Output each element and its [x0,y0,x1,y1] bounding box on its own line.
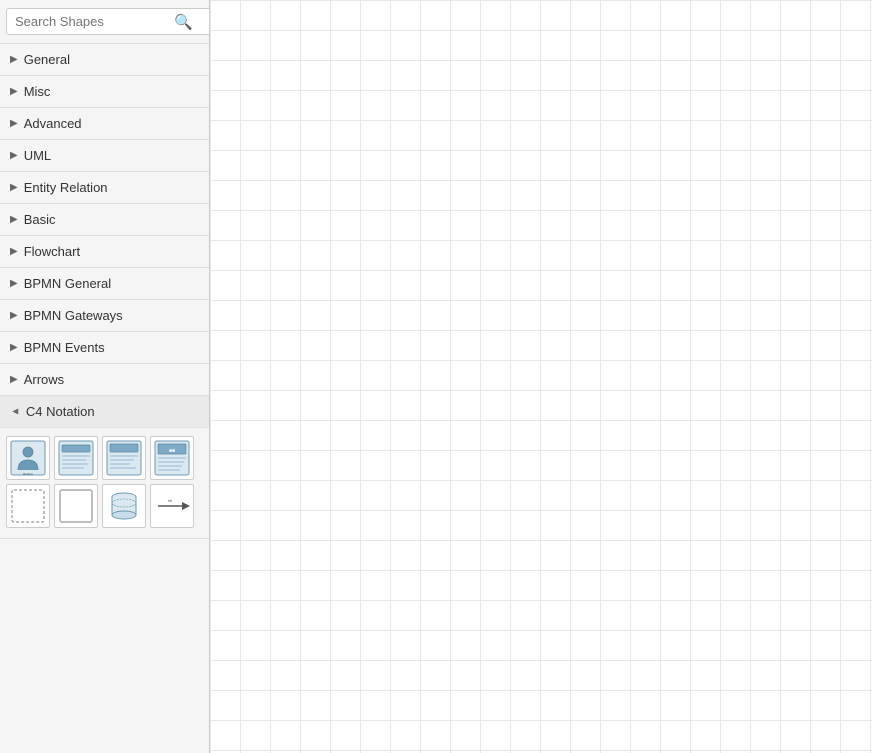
sidebar-item-general[interactable]: ▶ General [0,44,209,76]
chevron-icon-entity-relation: ▶ [10,182,18,193]
chevron-icon-bpmn-general: ▶ [10,278,18,289]
sidebar-item-label-bpmn-gateways: BPMN Gateways [24,308,123,323]
chevron-icon-misc: ▶ [10,86,18,97]
search-bar: 🔍 [0,0,209,44]
sidebar-resize-handle[interactable] [205,0,209,753]
sidebar-item-label-misc: Misc [24,84,51,99]
sidebar-item-bpmn-general[interactable]: ▶ BPMN General [0,268,209,300]
shape-thumb-c4-system[interactable] [54,436,98,480]
shapes-panel-c4-notation: Person [0,428,209,539]
sidebar-item-label-general: General [24,52,70,67]
svg-text:rel: rel [168,498,173,503]
shape-thumb-c4-relationship[interactable]: rel [150,484,194,528]
sidebar-item-bpmn-gateways[interactable]: ▶ BPMN Gateways [0,300,209,332]
sidebar-item-label-arrows: Arrows [24,372,64,387]
sidebar-item-c4-notation[interactable]: ▼ C4 Notation [0,396,209,428]
chevron-icon-bpmn-events: ▶ [10,342,18,353]
shape-thumb-c4-database[interactable] [102,484,146,528]
shape-thumb-c4-boundary[interactable] [6,484,50,528]
sidebar-item-misc[interactable]: ▶ Misc [0,76,209,108]
chevron-icon-basic: ▶ [10,214,18,225]
sidebar-item-label-entity-relation: Entity Relation [24,180,108,195]
sidebar-item-label-bpmn-general: BPMN General [24,276,111,291]
sidebar-item-label-flowchart: Flowchart [24,244,80,259]
sidebar-item-label-basic: Basic [24,212,56,227]
chevron-icon-arrows: ▶ [10,374,18,385]
sidebar-item-basic[interactable]: ▶ Basic [0,204,209,236]
shape-thumb-c4-scope[interactable] [54,484,98,528]
chevron-icon-advanced: ▶ [10,118,18,129]
sidebar-item-flowchart[interactable]: ▶ Flowchart [0,236,209,268]
grid-background [210,0,872,753]
shape-thumb-c4-component[interactable]: ■■ [150,436,194,480]
nav-list: ▶ General ▶ Misc ▶ Advanced ▶ UML ▶ Entity Relati… [0,44,209,539]
sidebar-item-entity-relation[interactable]: ▶ Entity Relation [0,172,209,204]
sidebar-item-label-bpmn-events: BPMN Events [24,340,105,355]
sidebar-item-arrows[interactable]: ▶ Arrows [0,364,209,396]
sidebar-item-label-uml: UML [24,148,51,163]
shape-thumb-c4-container[interactable] [102,436,146,480]
shape-thumb-c4-person[interactable]: Person [6,436,50,480]
chevron-icon-bpmn-gateways: ▶ [10,310,18,321]
sidebar-item-bpmn-events[interactable]: ▶ BPMN Events [0,332,209,364]
sidebar-item-uml[interactable]: ▶ UML [0,140,209,172]
canvas-area[interactable] [210,0,872,753]
sidebar: 🔍 ▶ General ▶ Misc ▶ Advanced ▶ UML ▶ Entity Rela… [0,0,210,753]
svg-text:■■: ■■ [169,448,175,454]
sidebar-item-label-c4-notation: C4 Notation [26,404,95,419]
sidebar-item-advanced[interactable]: ▶ Advanced [0,108,209,140]
chevron-icon-uml: ▶ [10,150,18,161]
sidebar-item-label-advanced: Advanced [24,116,82,131]
chevron-icon-general: ▶ [10,54,18,65]
chevron-icon-c4-notation: ▼ [9,407,20,417]
search-button[interactable]: 🔍 [170,13,197,31]
search-icon: 🔍 [174,13,193,31]
chevron-icon-flowchart: ▶ [10,246,18,257]
svg-text:Person: Person [23,472,33,476]
